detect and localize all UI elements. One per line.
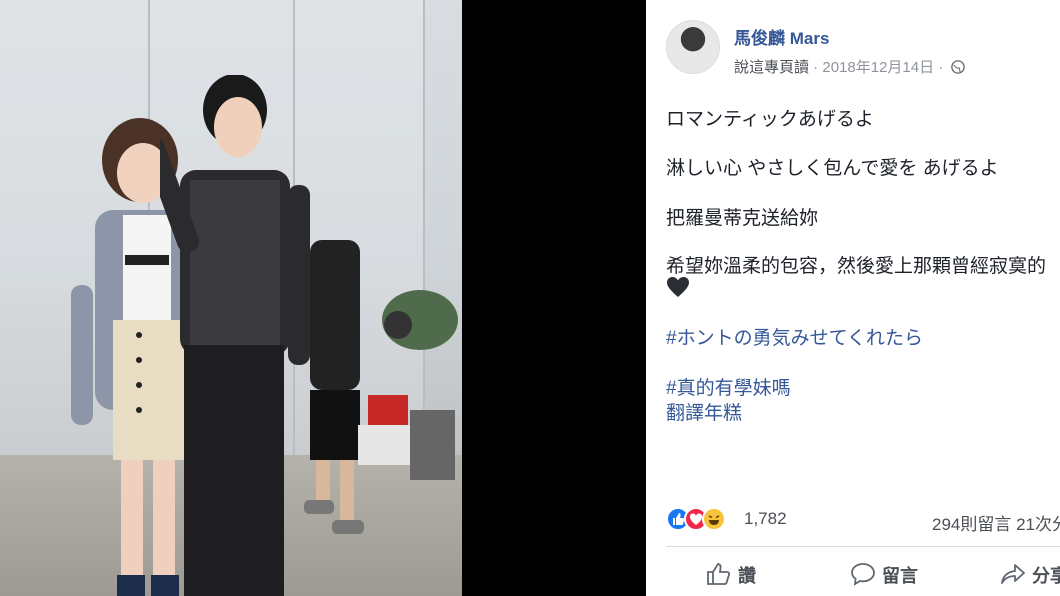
- black-heart-icon: [667, 277, 689, 297]
- comment-button[interactable]: 留言: [850, 562, 918, 588]
- read-page-link[interactable]: 說這專頁讀: [734, 59, 809, 76]
- like-label: 讚: [738, 566, 756, 586]
- post-text-line: 希望妳溫柔的包容，然後愛上那顆曾經寂寞的: [666, 256, 1047, 277]
- translate-link[interactable]: 翻譯年糕: [666, 398, 742, 425]
- share-icon: [1001, 564, 1025, 584]
- hashtag-link[interactable]: #真的有學妹嗎: [666, 373, 791, 400]
- black-gap: [462, 0, 646, 596]
- hashtag-link[interactable]: #ホントの勇気みせてくれたら: [666, 323, 923, 350]
- haha-reaction-icon: [702, 507, 726, 531]
- share-button[interactable]: 分享: [1000, 562, 1060, 588]
- thumbs-up-icon: [707, 563, 731, 585]
- meta-separator-2: ·: [934, 59, 948, 76]
- author-name[interactable]: 馬俊麟 Mars: [734, 24, 829, 49]
- reaction-count: 1,782: [744, 509, 787, 528]
- post-text-line: ロマンティックあげるよ: [666, 109, 874, 130]
- share-label: 分享: [1032, 566, 1060, 586]
- author-avatar[interactable]: [666, 20, 720, 74]
- post-text-line: 淋しい心 やさしく包んで愛を あげるよ: [666, 158, 999, 179]
- facebook-post: 馬俊麟 Mars 說這專頁讀 · 2018年12月14日 · ロマンティックあげ…: [646, 0, 1060, 596]
- post-meta: 說這專頁讀 · 2018年12月14日 ·: [734, 56, 966, 77]
- post-date[interactable]: 2018年12月14日: [822, 59, 934, 76]
- comment-label: 留言: [882, 566, 918, 586]
- post-photo[interactable]: [0, 0, 462, 596]
- man-figure: [160, 75, 310, 596]
- divider: [666, 546, 1060, 547]
- meta-separator: ·: [809, 59, 823, 76]
- comments-shares-count[interactable]: 294則留言 21次分享: [932, 510, 1060, 535]
- globe-icon: [951, 60, 966, 74]
- comment-icon: [851, 563, 875, 586]
- like-button[interactable]: 讚: [706, 562, 756, 588]
- post-text-line: 把羅曼蒂克送給妳: [666, 208, 819, 229]
